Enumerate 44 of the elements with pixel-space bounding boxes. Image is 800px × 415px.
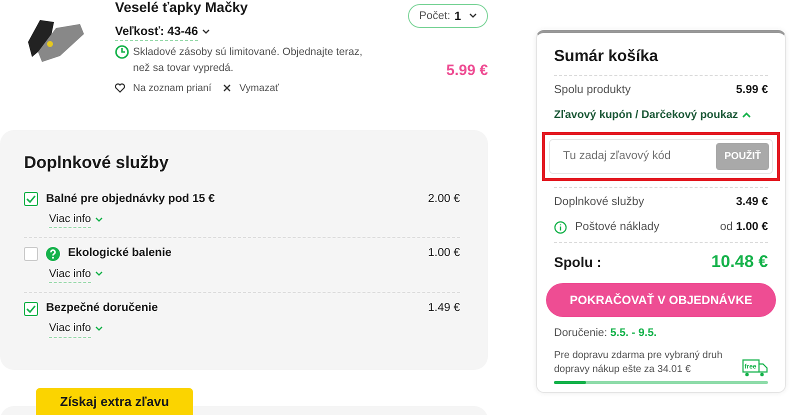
coupon-toggle[interactable]: Zľavový kupón / Darčekový poukaz xyxy=(554,107,738,124)
checkbox[interactable] xyxy=(24,246,38,261)
wishlist-link[interactable]: Na zoznam prianí xyxy=(133,80,212,96)
heart-icon xyxy=(115,83,125,93)
products-value: 5.99 € xyxy=(736,83,768,98)
quantity-selector[interactable]: Počet: 1 xyxy=(408,4,488,28)
services-value: 3.49 € xyxy=(736,194,768,210)
service-price: 2.00 € xyxy=(428,192,460,206)
chevron-down-icon xyxy=(95,326,103,332)
service-name: Bezpečné doručenie xyxy=(46,301,158,316)
chevron-down-icon xyxy=(95,271,103,278)
remove-link[interactable]: Vymazať xyxy=(239,80,279,96)
more-info-link[interactable]: Viac info xyxy=(49,210,91,228)
info-icon[interactable] xyxy=(554,221,567,234)
total-value: 10.48 € xyxy=(711,251,768,274)
stock-note: Skladové zásoby sú limitované. Objednajte teraz, než sa tovar vypredá. xyxy=(133,45,364,76)
chevron-down-icon xyxy=(95,216,103,222)
service-name: Balné pre objednávky pod 15 € xyxy=(46,192,215,206)
product-price: 5.99 € xyxy=(446,60,488,80)
free-shipping-note: Pre dopravu zdarma pre vybraný druh dopravy nákup ešte za 34.01 € xyxy=(554,349,724,378)
clock-icon xyxy=(115,45,129,59)
service-price: 1.00 € xyxy=(428,246,460,262)
more-info-link[interactable]: Viac info xyxy=(49,266,91,283)
service-price: 1.49 € xyxy=(428,301,460,316)
services-label: Doplnkové služby xyxy=(554,194,644,210)
size-selector[interactable]: Veľkosť: 43-46 xyxy=(115,22,198,41)
shipping-label: Poštové náklady xyxy=(575,220,660,235)
checkbox[interactable] xyxy=(24,192,38,206)
more-info-link[interactable]: Viac info xyxy=(49,320,91,338)
promo-tab[interactable]: Získaj extra zľavu xyxy=(36,388,194,415)
delivery-dates: 5.5. - 9.5. xyxy=(610,326,657,339)
service-name: Ekologické balenie xyxy=(68,246,172,262)
products-label: Spolu produkty xyxy=(554,83,631,98)
help-icon[interactable] xyxy=(46,246,60,261)
close-icon xyxy=(223,84,232,92)
shipping-value: od 1.00 € xyxy=(720,220,768,235)
chevron-down-icon xyxy=(469,13,477,19)
total-label: Spolu : xyxy=(554,252,602,272)
checkbox[interactable] xyxy=(24,302,38,316)
product-name[interactable]: Veselé ťapky Mačky xyxy=(115,0,375,18)
summary-title: Sumár košíka xyxy=(554,47,660,67)
services-title: Doplnkové služby xyxy=(24,152,170,174)
chevron-down-icon xyxy=(202,28,210,34)
delivery-label: Doručenie: xyxy=(554,326,608,339)
